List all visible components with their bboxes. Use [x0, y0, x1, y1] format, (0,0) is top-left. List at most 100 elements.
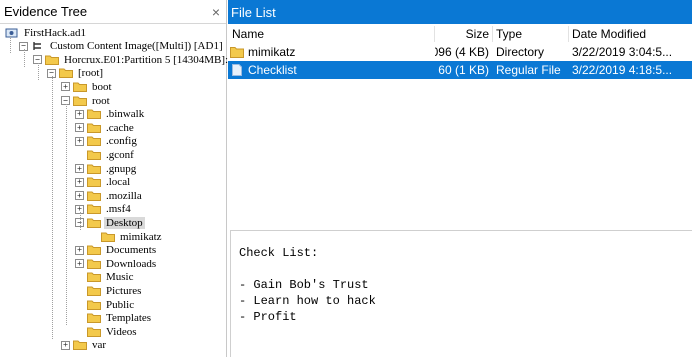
folder-icon	[73, 340, 87, 351]
tree-node-label: Horcrux.E01:Partition 5 [14304MB]:NC	[64, 53, 244, 66]
folder-icon	[87, 164, 101, 174]
expand-icon[interactable]: +	[75, 136, 84, 146]
tree-node-mimikatz[interactable]: mimikatz	[89, 230, 164, 243]
tree-node-label: Templates	[106, 312, 152, 325]
tree-node-label: Desktop	[104, 216, 145, 229]
tree-node-label: Custom Content Image([Multi]) [AD1]	[50, 40, 223, 53]
tree-node-firsthack-ad1[interactable]: FirstHack.ad1	[5, 26, 88, 39]
folder-icon	[87, 272, 101, 283]
tree-node-label: Public	[106, 298, 135, 311]
tree-node-label: var	[92, 339, 107, 352]
tree-node-custom-content-image-multi-ad1[interactable]: − Custom Content Image([Multi]) [AD1]	[19, 40, 225, 53]
tree-node-label: root	[92, 94, 110, 107]
evidence-tree-title: Evidence Tree	[4, 4, 88, 19]
folder-icon	[59, 68, 73, 79]
folder-icon	[87, 150, 101, 160]
tree-node-root[interactable]: − [root]	[47, 67, 105, 80]
tree-connector-line	[66, 103, 67, 326]
file-type: Directory	[496, 45, 545, 59]
tree-node-boot[interactable]: + boot	[61, 80, 114, 93]
tree-node-label: .mozilla	[106, 189, 142, 202]
folder-icon	[87, 123, 101, 133]
tree-connector-line	[80, 212, 81, 230]
column-header-type-label: Type	[496, 27, 523, 41]
expand-icon[interactable]: +	[61, 82, 70, 92]
column-header-size[interactable]: Size	[435, 24, 491, 44]
tree-node-label: .gconf	[106, 148, 134, 161]
file-name-cell: Checklist	[230, 61, 430, 79]
expand-icon[interactable]: +	[61, 340, 70, 350]
folder-icon	[87, 313, 101, 324]
tree-node-gnupg[interactable]: + .gnupg	[75, 162, 138, 175]
expand-icon[interactable]: +	[75, 177, 84, 187]
file-row-checklist[interactable]: Checklist 60 (1 KB) Regular File 3/22/20…	[228, 61, 692, 79]
file-size: 60 (1 KB)	[438, 63, 489, 77]
folder-icon	[87, 177, 101, 188]
folder-icon	[73, 82, 87, 92]
tree-connector-line	[24, 49, 25, 67]
tree-node-videos[interactable]: Videos	[75, 325, 139, 338]
evidence-tree-header: Evidence Tree ×	[0, 0, 226, 24]
evidence-tree: FirstHack.ad1− Custom Content Image([Mult…	[0, 24, 243, 357]
tree-node-binwalk[interactable]: + .binwalk	[75, 108, 146, 121]
tree-node-label: [root]	[78, 67, 104, 80]
tree-node-downloads[interactable]: + Downloads	[75, 257, 158, 270]
file-list: Name Size Type Date Modified mimikatz 4,…	[228, 24, 692, 224]
folder-icon	[73, 96, 87, 106]
expand-icon[interactable]: +	[75, 109, 84, 119]
tree-node-config[interactable]: + .config	[75, 135, 139, 148]
tree-node-gconf[interactable]: .gconf	[75, 148, 136, 161]
column-header-size-label: Size	[465, 27, 489, 41]
column-separator[interactable]	[492, 26, 493, 42]
tree-node-msf4[interactable]: + .msf4	[75, 203, 133, 216]
tree-node-label: .config	[106, 135, 137, 148]
tree-node-cache[interactable]: + .cache	[75, 121, 136, 134]
tree-node-label: .msf4	[106, 203, 131, 216]
tree-node-pictures[interactable]: Pictures	[75, 284, 143, 297]
evidence-file-icon	[5, 28, 18, 37]
file-size-cell: 60 (1 KB)	[435, 61, 491, 79]
expand-icon[interactable]: +	[75, 123, 84, 133]
image-tree-icon	[33, 42, 41, 51]
folder-icon	[87, 286, 101, 296]
tree-node-documents[interactable]: + Documents	[75, 244, 158, 257]
tree-node-music[interactable]: Music	[75, 271, 136, 284]
file-list-title: File List	[231, 4, 276, 20]
tree-node-root[interactable]: − root	[61, 94, 112, 107]
expand-icon[interactable]: +	[75, 259, 84, 269]
folder-icon	[87, 259, 101, 269]
column-header-name-label: Name	[232, 27, 265, 41]
column-header-modified[interactable]: Date Modified	[572, 24, 690, 44]
close-icon[interactable]: ×	[212, 5, 220, 19]
file-content-viewer[interactable]: Check List: - Gain Bob's Trust - Learn h…	[230, 230, 692, 357]
file-type-cell: Regular File	[496, 61, 568, 79]
column-header-type[interactable]: Type	[496, 24, 566, 44]
file-name-cell: mimikatz	[230, 43, 430, 61]
expand-icon[interactable]: +	[75, 245, 84, 255]
file-size: 4,096 (4 KB)	[435, 45, 489, 59]
tree-node-mozilla[interactable]: + .mozilla	[75, 189, 144, 202]
file-modified: 3/22/2019 4:18:5...	[572, 63, 673, 77]
file-modified: 3/22/2019 3:04:5...	[572, 45, 673, 59]
tree-node-label: Videos	[106, 325, 137, 338]
column-separator[interactable]	[568, 26, 569, 42]
folder-icon	[87, 109, 101, 120]
folder-icon	[87, 136, 101, 147]
expand-icon[interactable]: +	[75, 164, 84, 173]
column-header-name[interactable]: Name	[232, 24, 432, 44]
tree-node-label: Pictures	[106, 284, 142, 297]
tree-node-horcrux-e01-partition-5-14304mb-nc[interactable]: − Horcrux.E01:Partition 5 [14304MB]:NC	[33, 53, 245, 66]
file-list-header: File List	[228, 0, 692, 24]
file-row-mimikatz[interactable]: mimikatz 4,096 (4 KB) Directory 3/22/201…	[228, 43, 692, 61]
tree-node-desktop[interactable]: − Desktop	[75, 216, 145, 229]
file-name: Checklist	[248, 63, 297, 77]
tree-node-label: Music	[106, 271, 134, 284]
tree-node-public[interactable]: Public	[75, 298, 136, 311]
tree-node-templates[interactable]: Templates	[75, 312, 153, 325]
tree-node-var[interactable]: + var	[61, 339, 108, 352]
file-content-text: Check List: - Gain Bob's Trust - Learn h…	[239, 246, 376, 324]
file-modified-cell: 3/22/2019 4:18:5...	[572, 61, 690, 79]
tree-node-local[interactable]: + .local	[75, 176, 132, 189]
tree-connector-line	[10, 35, 11, 54]
expand-icon[interactable]: +	[75, 191, 84, 201]
